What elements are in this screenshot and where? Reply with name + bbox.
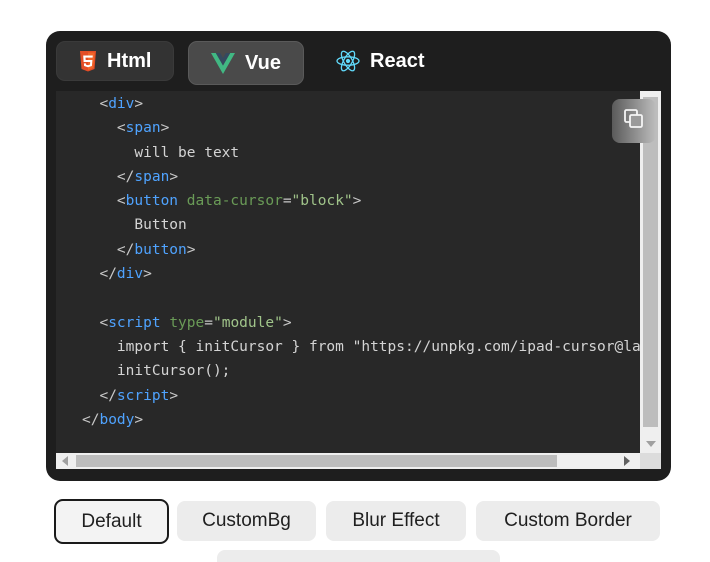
custom-border-option-button[interactable]: Custom Border [476, 501, 660, 541]
blur-effect-option-button[interactable]: Blur Effect [326, 501, 466, 541]
partially-visible-option-button[interactable] [217, 550, 500, 562]
page: Html Vue React <div> <span> will be text… [0, 0, 710, 562]
default-option-button[interactable]: Default [54, 499, 169, 544]
cursor-style-options: Default CustomBg Blur Effect Custom Bord… [0, 0, 710, 562]
custombg-option-button[interactable]: CustomBg [177, 501, 316, 541]
